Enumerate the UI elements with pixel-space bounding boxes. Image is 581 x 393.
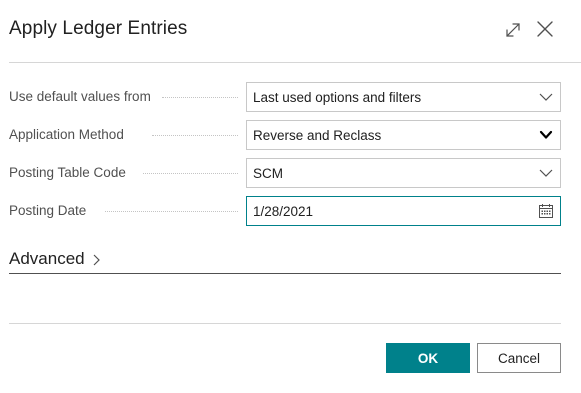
field-row-posting-date: Posting Date 1/28/2021	[9, 196, 561, 226]
field-value: 1/28/2021	[253, 204, 314, 219]
field-label: Application Method	[9, 127, 124, 142]
advanced-section-toggle[interactable]: Advanced	[9, 249, 85, 269]
chevron-down-icon	[539, 93, 553, 101]
close-icon[interactable]	[535, 19, 555, 39]
header-divider	[9, 62, 581, 63]
field-label: Posting Date	[9, 203, 87, 218]
use-default-values-dropdown[interactable]: Last used options and filters	[246, 82, 561, 112]
application-method-select[interactable]: Reverse and Reclass	[246, 120, 561, 150]
leader-dots	[143, 173, 238, 174]
posting-date-input[interactable]: 1/28/2021	[246, 196, 561, 226]
field-row-posting-table-code: Posting Table Code SCM	[9, 158, 561, 188]
field-row-use-default-values: Use default values from Last used option…	[9, 82, 561, 112]
leader-dots	[152, 135, 238, 136]
expand-icon[interactable]	[503, 20, 523, 40]
calendar-icon[interactable]	[539, 204, 553, 218]
select-arrow-icon	[539, 130, 553, 139]
field-label: Use default values from	[9, 89, 151, 104]
ok-button[interactable]: OK	[386, 343, 470, 373]
advanced-underline	[9, 273, 561, 274]
posting-table-code-dropdown[interactable]: SCM	[246, 158, 561, 188]
field-label: Posting Table Code	[9, 165, 126, 180]
chevron-down-icon	[539, 169, 553, 177]
field-row-application-method: Application Method Reverse and Reclass	[9, 120, 561, 150]
field-value: SCM	[253, 166, 283, 181]
leader-dots	[162, 97, 238, 98]
chevron-right-icon[interactable]	[92, 253, 101, 267]
footer-divider	[9, 323, 561, 324]
leader-dots	[105, 211, 238, 212]
cancel-button[interactable]: Cancel	[477, 343, 561, 373]
apply-ledger-entries-dialog: Apply Ledger Entries Use default values …	[0, 0, 581, 393]
dialog-title: Apply Ledger Entries	[9, 18, 188, 39]
field-value: Reverse and Reclass	[253, 128, 382, 143]
field-value: Last used options and filters	[253, 90, 422, 105]
